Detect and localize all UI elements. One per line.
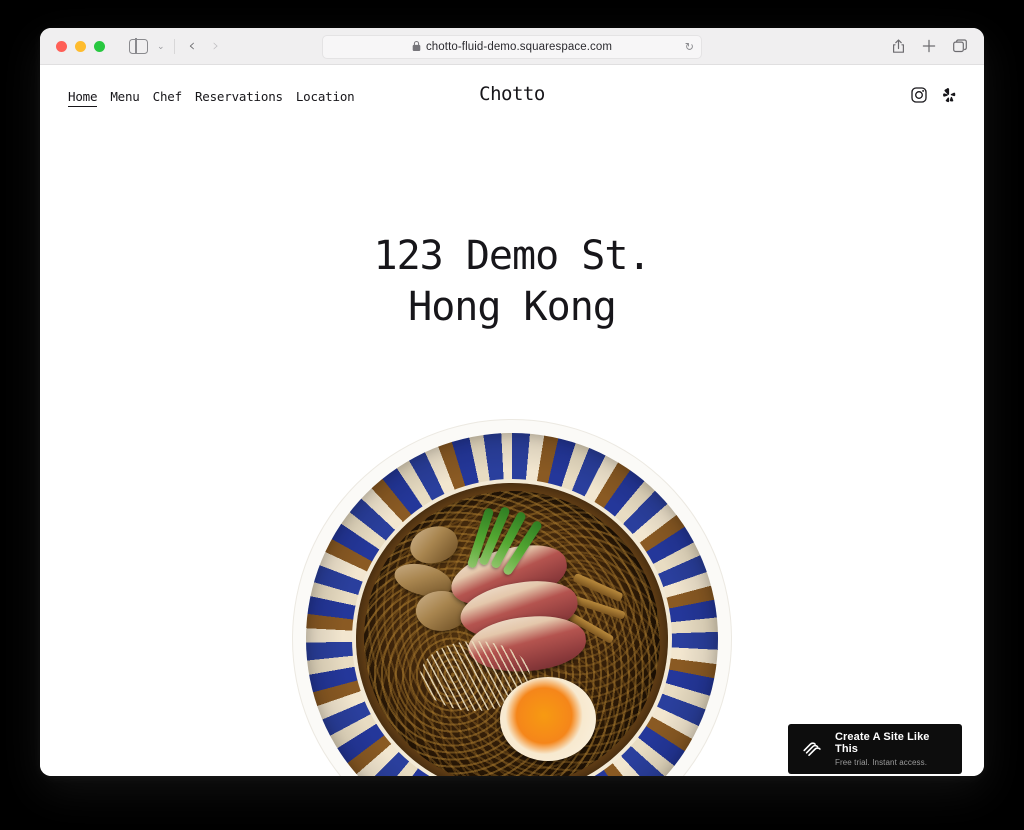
forward-arrow-icon[interactable]: › — [212, 37, 219, 55]
site-navigation: Home Menu Chef Reservations Location — [68, 89, 355, 107]
instagram-icon[interactable] — [911, 87, 927, 103]
toolbar-left-controls: ⌄ ‹ › — [105, 37, 219, 55]
nav-item-chef[interactable]: Chef — [153, 89, 183, 106]
desktop-background: ⌄ ‹ › chotto-fluid-demo.squarespace.com … — [0, 0, 1024, 830]
broth — [364, 491, 660, 776]
yelp-icon[interactable] — [941, 87, 956, 103]
tab-overview-icon[interactable] — [953, 39, 968, 53]
back-arrow-icon[interactable]: ‹ — [189, 37, 196, 55]
squarespace-logo — [800, 737, 824, 761]
zoom-window-button[interactable] — [94, 40, 105, 52]
nav-item-location[interactable]: Location — [296, 89, 355, 106]
toolbar-right-controls — [892, 28, 968, 64]
minimize-window-button[interactable] — [75, 40, 86, 52]
page-title-line-1: 123 Demo St. — [373, 233, 652, 279]
address-bar[interactable]: chotto-fluid-demo.squarespace.com ↻ — [322, 35, 702, 59]
website-viewport: Home Menu Chef Reservations Location Cho… — [40, 65, 984, 776]
share-icon[interactable] — [892, 38, 905, 54]
soft-boiled-egg-topping — [500, 677, 596, 761]
create-site-banner[interactable]: Create A Site Like This Free trial. Inst… — [788, 724, 962, 774]
banner-title: Create A Site Like This — [835, 731, 930, 755]
page-title-line-2: Hong Kong — [408, 283, 617, 330]
window-controls — [56, 40, 105, 52]
nav-item-reservations[interactable]: Reservations — [195, 89, 283, 106]
reload-icon[interactable]: ↻ — [685, 41, 694, 54]
new-tab-icon[interactable] — [922, 39, 936, 53]
hero-image — [292, 419, 732, 776]
nav-item-menu[interactable]: Menu — [110, 89, 140, 106]
nav-item-home[interactable]: Home — [68, 89, 98, 107]
safari-browser-window: ⌄ ‹ › chotto-fluid-demo.squarespace.com … — [40, 28, 984, 776]
close-window-button[interactable] — [56, 40, 67, 52]
site-logo[interactable]: Chotto — [479, 83, 545, 105]
toolbar-divider — [173, 38, 175, 54]
banner-subtitle: Free trial. Instant access. — [835, 758, 928, 767]
chevron-down-icon[interactable]: ⌄ — [157, 41, 165, 51]
site-header: Home Menu Chef Reservations Location Cho… — [40, 65, 984, 119]
browser-toolbar: ⌄ ‹ › chotto-fluid-demo.squarespace.com … — [40, 28, 984, 65]
ramen-bowl-graphic — [292, 419, 732, 776]
page-title: 123 Demo St. Hong Kong — [40, 231, 984, 333]
sidebar-toggle-icon[interactable] — [129, 37, 148, 55]
banner-text: Create A Site Like This Free trial. Inst… — [835, 731, 950, 767]
url-text: chotto-fluid-demo.squarespace.com — [425, 41, 613, 53]
lock-icon — [412, 40, 421, 53]
social-links — [911, 87, 956, 103]
